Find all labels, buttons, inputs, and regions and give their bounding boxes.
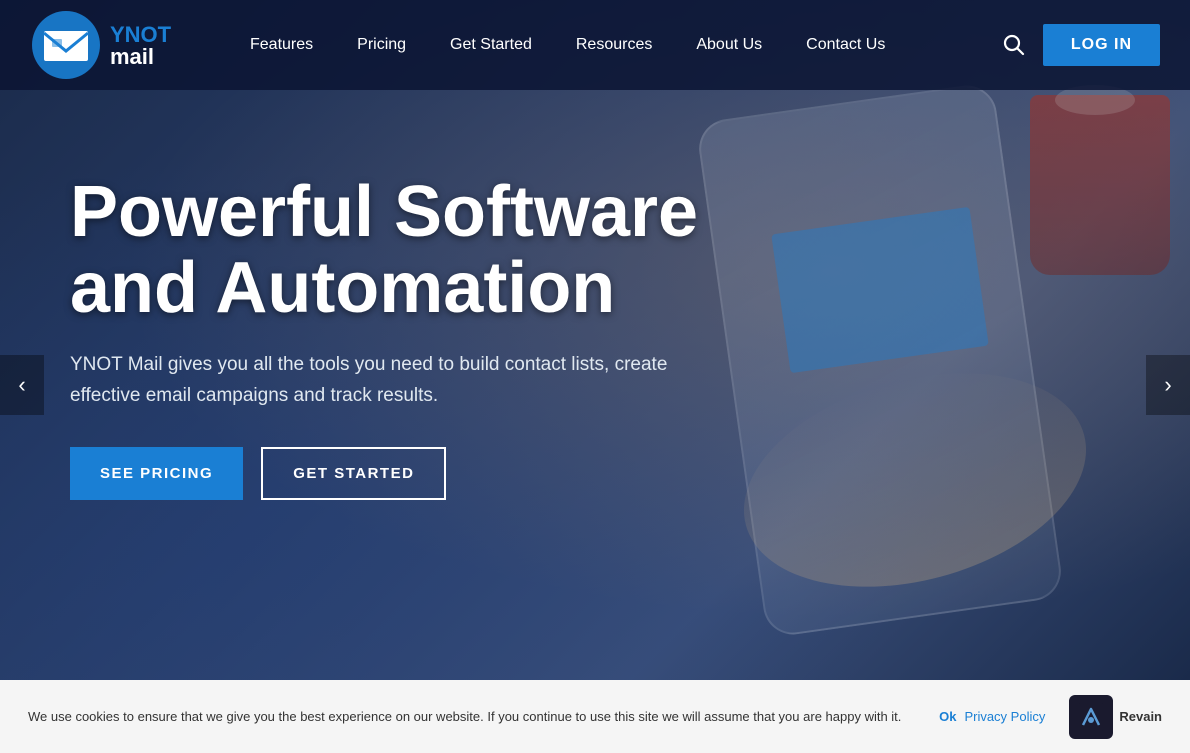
search-icon (1003, 34, 1025, 56)
nav-features[interactable]: Features (228, 0, 335, 90)
cookie-ok-button[interactable]: Ok (939, 709, 956, 724)
revain-logo-icon (1077, 703, 1105, 731)
hero-title-line1: Powerful Software (70, 172, 698, 252)
hero-content: Powerful Software and Automation YNOT Ma… (70, 175, 720, 500)
decorative-coffee-cup (1030, 95, 1170, 275)
cookie-bar: We use cookies to ensure that we give yo… (0, 680, 1190, 753)
nav-right: LOG IN (1003, 24, 1160, 66)
navigation: YNOT mail Features Pricing Get Started R… (0, 0, 1190, 90)
revain-icon (1069, 695, 1113, 739)
search-button[interactable] (1003, 34, 1025, 56)
revain-badge: Revain (1069, 695, 1162, 739)
logo-text: YNOT mail (108, 18, 188, 73)
see-pricing-button[interactable]: SEE PRICING (70, 447, 243, 500)
nav-resources[interactable]: Resources (554, 0, 674, 90)
decorative-envelope (771, 207, 989, 373)
svg-text:mail: mail (110, 44, 154, 68)
hero-subtitle: YNOT Mail gives you all the tools you ne… (70, 350, 720, 411)
hero-title: Powerful Software and Automation (70, 175, 720, 326)
hero-buttons: SEE PRICING GET STARTED (70, 447, 720, 500)
login-button[interactable]: LOG IN (1043, 24, 1160, 66)
nav-pricing[interactable]: Pricing (335, 0, 428, 90)
logo-icon (30, 9, 102, 81)
nav-about-us[interactable]: About Us (674, 0, 784, 90)
cookie-privacy-button[interactable]: Privacy Policy (964, 709, 1045, 724)
logo[interactable]: YNOT mail (30, 9, 188, 81)
carousel-next-button[interactable]: › (1146, 355, 1190, 415)
carousel-prev-button[interactable]: ‹ (0, 355, 44, 415)
revain-label: Revain (1119, 709, 1162, 724)
hero-title-line2: and Automation (70, 248, 615, 328)
cookie-text: We use cookies to ensure that we give yo… (28, 709, 931, 724)
nav-get-started[interactable]: Get Started (428, 0, 554, 90)
nav-links: Features Pricing Get Started Resources A… (228, 0, 1003, 90)
get-started-button[interactable]: GET STARTED (261, 447, 446, 500)
nav-contact-us[interactable]: Contact Us (784, 0, 907, 90)
